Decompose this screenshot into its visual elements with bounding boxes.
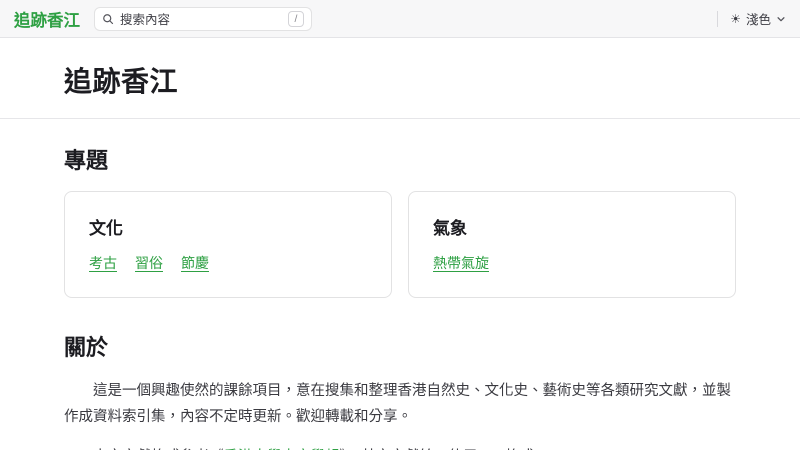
theme-switcher-label: 淺色 xyxy=(746,9,771,28)
about-section: 這是一個興趣使然的課餘項目，意在搜集和整理香港自然史、文化史、藝術史等各類研究文… xyxy=(64,378,736,450)
link-customs[interactable]: 習俗 xyxy=(135,253,163,273)
slash-shortcut-key-icon: / xyxy=(288,11,304,27)
navbar-right-group: ☀ 淺色 xyxy=(717,9,786,28)
card-title: 文化 xyxy=(89,214,367,239)
chevron-down-icon xyxy=(776,14,786,24)
page-content: 追跡香江 專題 文化 考古 習俗 節慶 氣象 熱帶氣旋 關於 這是一個興趣 xyxy=(0,38,800,450)
navbar-divider xyxy=(717,11,718,27)
topic-cards: 文化 考古 習俗 節慶 氣象 熱帶氣旋 xyxy=(64,191,736,298)
about-paragraph-1: 這是一個興趣使然的課餘項目，意在搜集和整理香港自然史、文化史、藝術史等各類研究文… xyxy=(64,378,736,430)
link-archaeology[interactable]: 考古 xyxy=(89,253,117,273)
search-input[interactable]: 搜索內容 / xyxy=(94,7,312,31)
top-navbar: 追跡香江 搜索內容 / ☀ 淺色 xyxy=(0,0,800,38)
about-paragraph-2: 中文文獻格式參考《香港大學中文學報》。英文文獻統一使用APA格式。 xyxy=(64,444,736,450)
site-logo[interactable]: 追跡香江 xyxy=(14,7,80,31)
title-divider xyxy=(0,118,800,119)
page-title: 追跡香江 xyxy=(64,60,736,100)
search-icon xyxy=(102,13,114,25)
link-tropical-cyclone[interactable]: 熱帶氣旋 xyxy=(433,253,489,273)
topic-card-weather: 氣象 熱帶氣旋 xyxy=(408,191,736,298)
about-heading: 關於 xyxy=(64,330,736,362)
search-placeholder: 搜索內容 xyxy=(120,9,282,28)
sun-icon: ☀ xyxy=(730,13,741,25)
link-festivals[interactable]: 節慶 xyxy=(181,253,209,273)
topic-card-culture: 文化 考古 習俗 節慶 xyxy=(64,191,392,298)
theme-switcher-button[interactable]: ☀ 淺色 xyxy=(730,9,786,28)
topics-heading: 專題 xyxy=(64,143,736,175)
card-title: 氣象 xyxy=(433,214,711,239)
